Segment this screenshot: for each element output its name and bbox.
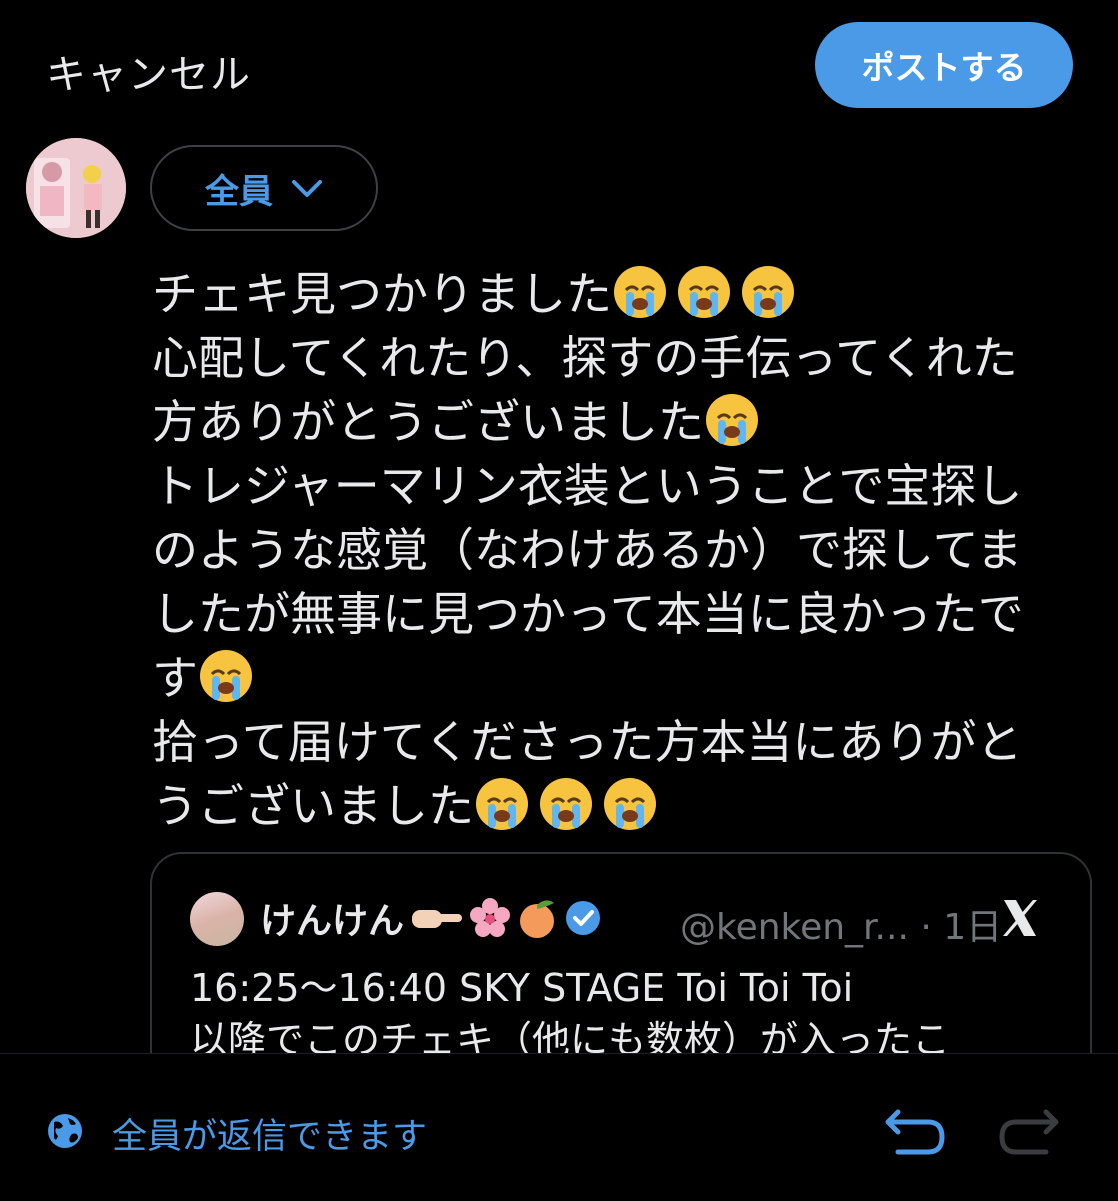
quoted-text-line: 16:25〜16:40 SKY STAGE Toi Toi Toi [190, 966, 854, 1010]
quoted-name-text: けんけん [260, 901, 405, 942]
avatar[interactable] [26, 138, 126, 238]
redo-icon[interactable] [996, 1100, 1060, 1158]
quoted-text: 16:25〜16:40 SKY STAGE Toi Toi Toi 以降でこのチ… [190, 962, 1070, 1066]
compose-line: のような感覚（なわけあるか）で探してま [152, 523, 1023, 577]
compose-line: 心配してくれたり、探すの手伝ってくれた [152, 331, 1018, 385]
quoted-handle: @kenken_r... · 1日 [680, 898, 1002, 950]
quoted-handle-text: @kenken_r... [680, 907, 909, 948]
loudly-crying-face-emoji-icon [742, 266, 794, 318]
loudly-crying-face-emoji-icon [706, 394, 758, 446]
loudly-crying-face-emoji-icon [540, 778, 592, 830]
loudly-crying-face-emoji-icon [604, 778, 656, 830]
compose-line: トレジャーマリン衣装ということで宝探し [152, 459, 1023, 513]
undo-icon[interactable] [884, 1100, 948, 1158]
remove-quote-x-icon[interactable] [1000, 892, 1040, 950]
quoted-display-name: けんけん [260, 892, 602, 944]
post-button[interactable]: ポストする [815, 22, 1073, 108]
compose-line: 方ありがとうございました [152, 395, 704, 449]
peach-emoji-icon [520, 900, 555, 938]
loudly-crying-face-emoji-icon [200, 650, 252, 702]
pointing-hand-emoji-icon [412, 910, 463, 928]
loudly-crying-face-emoji-icon [614, 266, 666, 318]
quoted-avatar [190, 892, 244, 946]
compose-line: したが無事に見つかって本当に良かったで [152, 587, 1024, 641]
compose-line: 拾って届けてくださった方本当にありがと [152, 715, 1023, 769]
globe-icon[interactable] [46, 1112, 84, 1150]
compose-line: チェキ見つかりました [152, 267, 612, 321]
cancel-button[interactable]: キャンセル [46, 42, 251, 100]
chevron-down-icon [291, 168, 323, 208]
separator-dot: · [908, 907, 944, 948]
quoted-time: 1日 [943, 907, 1003, 948]
loudly-crying-face-emoji-icon [476, 778, 528, 830]
compose-line: す [152, 651, 198, 705]
audience-label: 全員 [205, 171, 273, 212]
audience-selector[interactable]: 全員 [150, 145, 378, 231]
compose-line: うございました [152, 779, 474, 833]
compose-textarea[interactable]: チェキ見つかりました 心配してくれたり、探すの手伝ってくれた 方ありがとうござい… [152, 262, 1102, 838]
verified-badge-icon [566, 901, 601, 935]
cherry-blossom-emoji-icon [470, 898, 511, 937]
loudly-crying-face-emoji-icon [678, 266, 730, 318]
reply-setting-button[interactable]: 全員が返信できます [112, 1108, 427, 1159]
